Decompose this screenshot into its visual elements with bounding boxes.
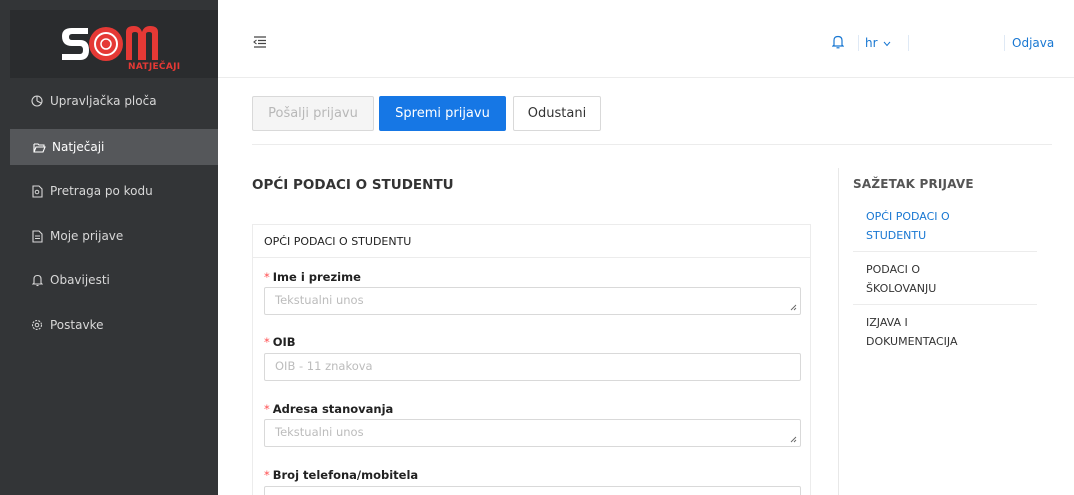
- summary-title: SAŽETAK PRIJAVE: [853, 177, 974, 191]
- form-card: OPĆI PODACI O STUDENTU * Ime i prezime Te…: [252, 224, 811, 495]
- adresa-textarea[interactable]: Tekstualni unos: [264, 419, 801, 447]
- sidebar-item-pretraga[interactable]: Pretraga po kodu: [0, 173, 218, 209]
- divider: [853, 304, 1037, 305]
- sidebar-item-label: Natječaji: [52, 140, 105, 154]
- logo-subtitle: NATJEČAJI: [128, 62, 181, 72]
- placeholder: Tekstualni unos: [275, 293, 364, 307]
- sidebar-item-obavijesti[interactable]: Obavijesti: [0, 262, 218, 298]
- summary-item-skolovanje[interactable]: PODACI O ŠKOLOVANJU: [866, 260, 1016, 298]
- divider: [853, 251, 1037, 252]
- divider: [858, 35, 859, 51]
- gear-icon: [30, 318, 44, 332]
- field-label-adresa: * Adresa stanovanja: [264, 402, 394, 416]
- sidebar-item-postavke[interactable]: Postavke: [0, 307, 218, 343]
- placeholder: Tekstualni unos: [275, 425, 364, 439]
- cancel-button[interactable]: Odustani: [513, 96, 601, 131]
- telefon-input[interactable]: [264, 486, 801, 495]
- document-icon: [30, 229, 44, 243]
- sidebar-item-dashboard[interactable]: Upravljačka ploča: [0, 83, 218, 119]
- required-marker: *: [264, 335, 270, 349]
- sidebar-item-label: Obavijesti: [50, 273, 110, 287]
- resize-handle-icon[interactable]: [790, 304, 797, 311]
- ime-prezime-textarea[interactable]: Tekstualni unos: [264, 287, 801, 315]
- sidebar-item-label: Pretraga po kodu: [50, 184, 153, 198]
- top-bar: hr Odjava: [218, 0, 1074, 78]
- logo-area[interactable]: NATJEČAJI: [10, 10, 218, 78]
- notification-bell-icon[interactable]: [832, 35, 844, 49]
- summary-divider: [838, 168, 839, 495]
- field-label-oib: * OIB: [264, 335, 296, 349]
- language-selector[interactable]: hr: [865, 36, 891, 50]
- menu-fold-icon[interactable]: [253, 36, 267, 48]
- chevron-down-icon: [883, 41, 891, 47]
- divider: [1004, 35, 1005, 51]
- required-marker: *: [264, 270, 270, 284]
- language-value: hr: [865, 36, 878, 50]
- divider: [908, 35, 909, 51]
- oib-input[interactable]: OIB - 11 znakova: [264, 353, 801, 381]
- field-label-telefon: * Broj telefona/mobitela: [264, 468, 419, 482]
- sidebar-item-natjecaji[interactable]: Natječaji: [10, 129, 218, 165]
- sidebar-item-label: Upravljačka ploča: [50, 94, 157, 108]
- required-marker: *: [264, 402, 270, 416]
- divider: [252, 144, 1052, 145]
- resize-handle-icon[interactable]: [790, 436, 797, 443]
- field-label-ime: * Ime i prezime: [264, 270, 361, 284]
- required-marker: *: [264, 468, 270, 482]
- folder-open-icon: [32, 140, 46, 154]
- logout-link[interactable]: Odjava: [1012, 36, 1054, 50]
- sidebar-item-moje-prijave[interactable]: Moje prijave: [0, 218, 218, 254]
- send-application-button[interactable]: Pošalji prijavu: [252, 96, 374, 131]
- bell-icon: [30, 273, 44, 287]
- sidebar: NATJEČAJI Upravljačka ploča Natječaji Pr…: [0, 0, 218, 495]
- save-application-button[interactable]: Spremi prijavu: [379, 96, 506, 131]
- sidebar-item-label: Postavke: [50, 318, 104, 332]
- dashboard-icon: [30, 94, 44, 108]
- section-title: OPĆI PODACI O STUDENTU: [252, 177, 454, 193]
- sidebar-item-label: Moje prijave: [50, 229, 124, 243]
- summary-item-izjava[interactable]: IZJAVA I DOKUMENTACIJA: [866, 313, 1016, 351]
- card-title: OPĆI PODACI O STUDENTU: [253, 225, 810, 258]
- document-search-icon: [30, 184, 44, 198]
- summary-item-opci-podaci[interactable]: OPĆI PODACI O STUDENTU: [866, 207, 1016, 245]
- placeholder: OIB - 11 znakova: [275, 359, 373, 373]
